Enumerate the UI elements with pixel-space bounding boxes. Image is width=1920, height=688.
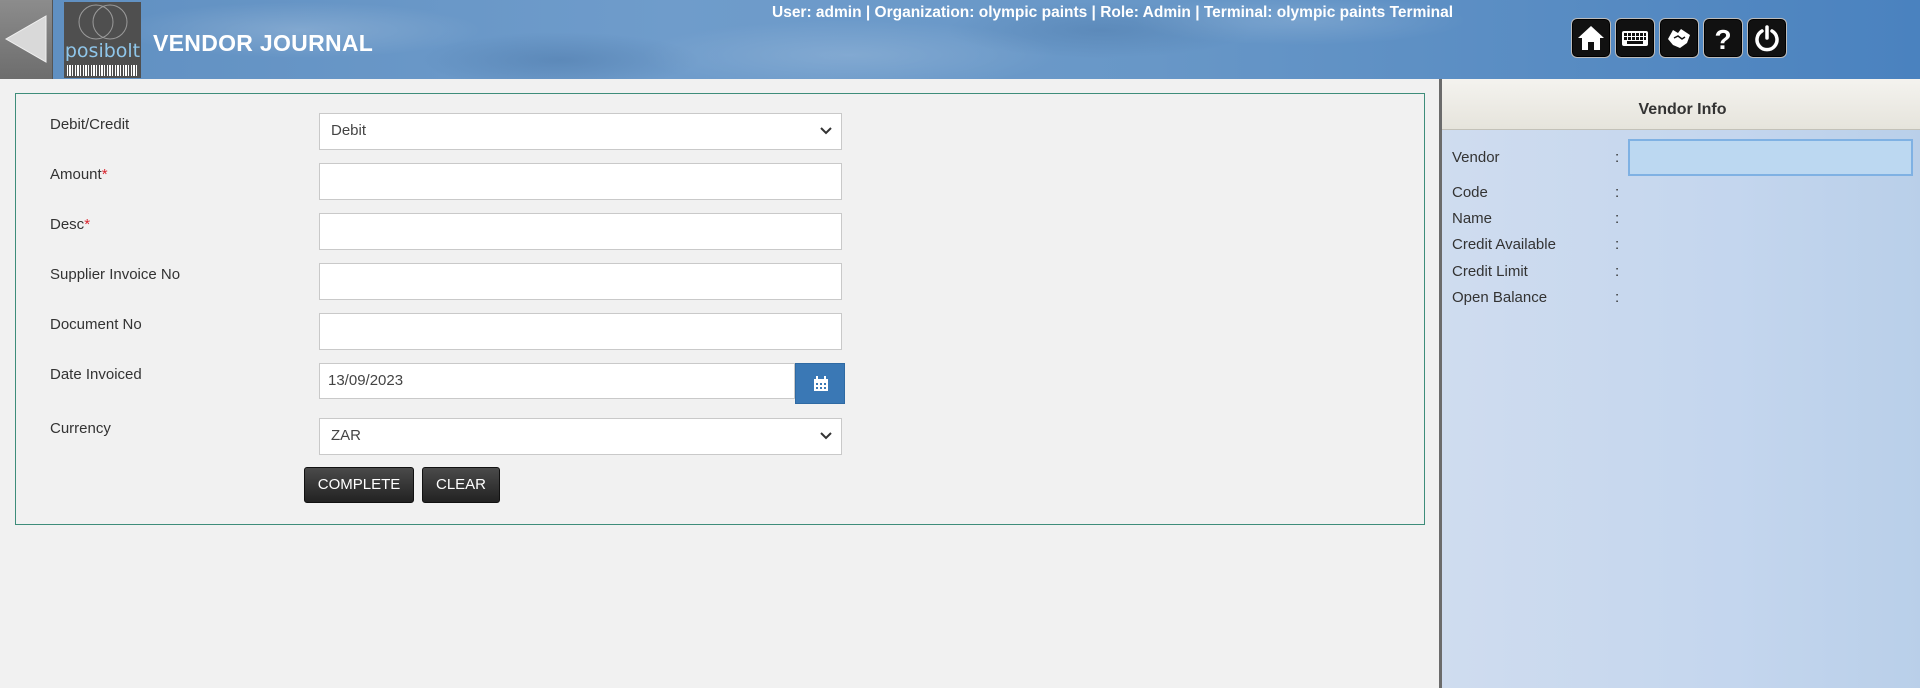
- help-icon: ?: [1714, 24, 1731, 52]
- hand-button[interactable]: [1659, 18, 1699, 58]
- amount-input[interactable]: [319, 163, 842, 200]
- document-no-input[interactable]: [319, 313, 842, 350]
- credit-limit-label: Credit Limit: [1452, 263, 1528, 280]
- chevron-down-icon: [820, 127, 832, 135]
- logo-text: posibolt: [64, 40, 141, 62]
- document-no-label: Document No: [50, 316, 142, 333]
- separator: :: [1615, 263, 1620, 280]
- desc-input[interactable]: [319, 213, 842, 250]
- debit-credit-value: Debit: [331, 122, 367, 139]
- hand-icon: [1668, 29, 1690, 48]
- keyboard-button[interactable]: [1615, 18, 1655, 58]
- logout-button[interactable]: [1747, 18, 1787, 58]
- complete-button[interactable]: COMPLETE: [304, 467, 414, 503]
- debit-credit-select[interactable]: Debit: [319, 113, 842, 150]
- power-icon: [1755, 25, 1779, 52]
- posibolt-logo: posibolt: [64, 2, 141, 78]
- vendor-label: Vendor: [1452, 149, 1500, 166]
- clear-button[interactable]: CLEAR: [422, 467, 500, 503]
- separator: :: [1615, 184, 1620, 201]
- currency-select[interactable]: ZAR: [319, 418, 842, 455]
- name-label: Name: [1452, 210, 1493, 227]
- vendor-input[interactable]: [1628, 139, 1913, 176]
- calendar-icon: [814, 376, 828, 391]
- back-button[interactable]: [0, 0, 53, 79]
- debit-credit-label: Debit/Credit: [50, 116, 130, 133]
- amount-label: Amount*: [50, 166, 108, 183]
- svg-text:?: ?: [1714, 24, 1731, 52]
- code-label: Code: [1452, 184, 1488, 201]
- home-button[interactable]: [1571, 18, 1611, 58]
- back-arrow-icon: [4, 15, 47, 63]
- chevron-down-icon: [820, 432, 832, 440]
- date-invoiced-label: Date Invoiced: [50, 366, 142, 383]
- page-title: VENDOR JOURNAL: [153, 30, 374, 56]
- supplier-invoice-no-label: Supplier Invoice No: [50, 266, 181, 283]
- required-marker: *: [101, 166, 108, 183]
- desc-label: Desc*: [50, 216, 91, 233]
- date-picker-button[interactable]: [795, 363, 845, 404]
- currency-value: ZAR: [331, 427, 361, 444]
- currency-label: Currency: [50, 420, 111, 437]
- session-info: User: admin | Organization: olympic pain…: [772, 4, 1454, 21]
- vendor-info-panel: Vendor Info Vendor : Code : Name : Credi…: [1439, 79, 1920, 688]
- separator: :: [1615, 236, 1620, 253]
- separator: :: [1615, 210, 1620, 227]
- separator: :: [1615, 289, 1620, 306]
- home-icon: [1578, 26, 1604, 50]
- app-header: posibolt VENDOR JOURNAL User: admin | Or…: [0, 0, 1920, 79]
- help-button[interactable]: ?: [1703, 18, 1743, 58]
- keyboard-icon: [1622, 31, 1648, 46]
- separator: :: [1615, 149, 1620, 166]
- vendor-info-title: Vendor Info: [1442, 79, 1920, 130]
- logo-circles-icon: [78, 4, 128, 40]
- open-balance-label: Open Balance: [1452, 289, 1548, 306]
- supplier-invoice-no-input[interactable]: [319, 263, 842, 300]
- vendor-journal-form: Debit/Credit Debit Amount* Desc* Supplie…: [15, 93, 1425, 525]
- required-marker: *: [84, 216, 91, 233]
- date-invoiced-input[interactable]: 13/09/2023: [319, 363, 795, 399]
- barcode-icon: [67, 65, 138, 76]
- credit-available-label: Credit Available: [1452, 236, 1556, 253]
